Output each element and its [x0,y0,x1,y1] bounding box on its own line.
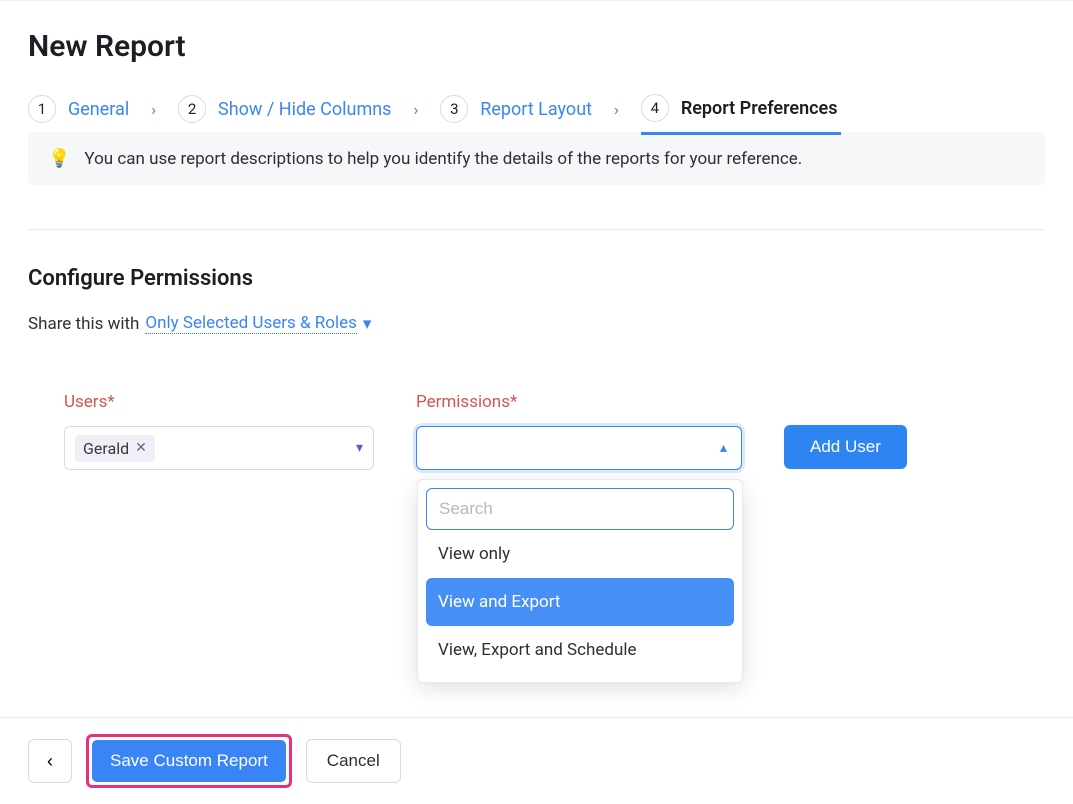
tip-text: You can use report descriptions to help … [84,149,802,169]
share-with-row: Share this with Only Selected Users & Ro… [28,313,1045,334]
step-label: Show / Hide Columns [218,99,391,120]
step-preferences[interactable]: 4 Report Preferences [641,94,842,135]
save-button-highlight: Save Custom Report [86,734,292,788]
step-number: 4 [641,94,669,122]
users-select[interactable]: Gerald ✕ ▾ [64,426,374,470]
share-prefix: Share this with [28,314,139,334]
step-label: Report Layout [480,99,592,120]
permissions-field: Permissions* ▴ View only View and Export… [416,392,742,470]
step-label: Report Preferences [681,98,838,119]
step-columns[interactable]: 2 Show / Hide Columns [178,95,391,123]
share-option-dropdown[interactable]: Only Selected Users & Roles [145,313,356,334]
step-label: General [68,99,129,120]
dropdown-search-input[interactable] [426,488,734,530]
add-user-button[interactable]: Add User [784,425,907,469]
footer-bar: ‹ Save Custom Report Cancel [0,717,1073,804]
step-number: 1 [28,95,56,123]
step-number: 2 [178,95,206,123]
user-chip: Gerald ✕ [75,435,155,462]
chevron-right-icon: › [407,100,424,119]
chevron-right-icon: › [145,100,162,119]
back-button[interactable]: ‹ [28,739,72,783]
permissions-dropdown: View only View and Export View, Export a… [417,479,743,683]
chevron-up-icon: ▴ [720,440,727,456]
permissions-label: Permissions* [416,392,742,412]
cancel-button[interactable]: Cancel [306,739,401,783]
tip-banner: 💡 You can use report descriptions to hel… [28,132,1045,185]
step-layout[interactable]: 3 Report Layout [440,95,592,123]
step-navigator: 1 General › 2 Show / Hide Columns › 3 Re… [28,94,1045,124]
chevron-right-icon: › [608,100,625,119]
permission-option-view-export[interactable]: View and Export [426,578,734,626]
permissions-select[interactable]: ▴ View only View and Export View, Export… [416,426,742,470]
permission-option-view-export-schedule[interactable]: View, Export and Schedule [426,626,734,674]
page-title: New Report [28,29,1045,64]
save-custom-report-button[interactable]: Save Custom Report [92,740,286,782]
chip-label: Gerald [83,439,129,458]
users-label: Users* [64,392,374,412]
chevron-down-icon: ▾ [356,440,363,456]
configure-permissions-heading: Configure Permissions [28,266,1045,291]
chevron-left-icon: ‹ [47,751,53,772]
chevron-down-icon: ▾ [363,314,372,334]
step-general[interactable]: 1 General [28,95,129,123]
remove-chip-icon[interactable]: ✕ [135,440,147,456]
users-field: Users* Gerald ✕ ▾ [64,392,374,470]
step-number: 3 [440,95,468,123]
permission-option-view-only[interactable]: View only [426,530,734,578]
lightbulb-icon: 💡 [48,148,70,169]
divider [28,229,1045,230]
